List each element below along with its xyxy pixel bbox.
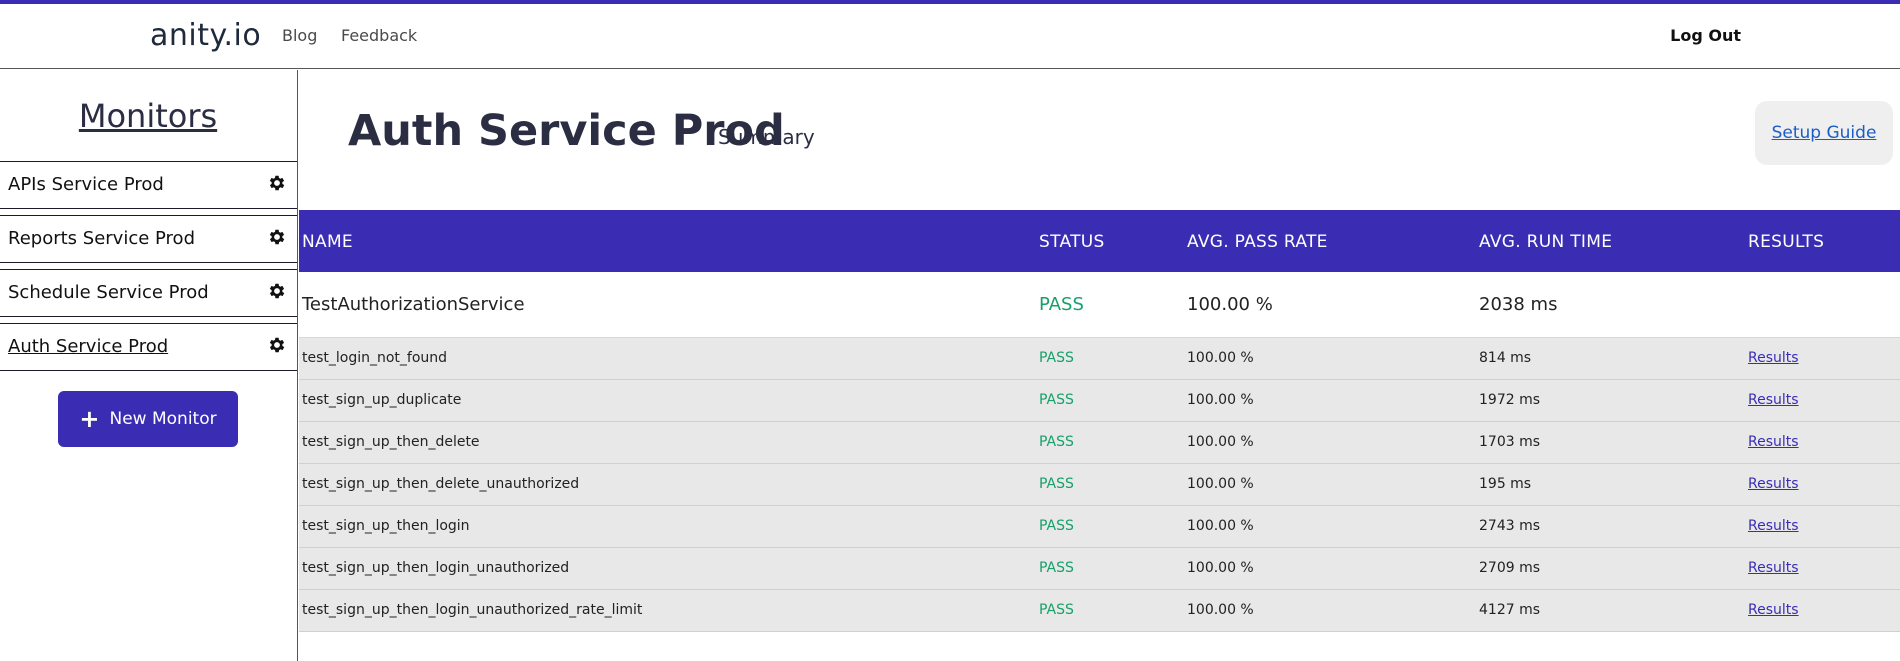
test-run-time: 2709 ms: [1479, 560, 1541, 576]
test-pass-rate: 100.00 %: [1187, 350, 1254, 366]
test-run-time: 1972 ms: [1479, 392, 1541, 408]
test-status: PASS: [1039, 476, 1074, 492]
test-status: PASS: [1039, 350, 1074, 366]
gear-icon[interactable]: [267, 227, 287, 247]
test-pass-rate: 100.00 %: [1187, 602, 1254, 618]
test-name: test_sign_up_then_delete_unauthorized: [302, 476, 580, 492]
sidebar-item-label[interactable]: Reports Service Prod: [8, 228, 195, 249]
new-monitor-label: New Monitor: [109, 409, 217, 429]
results-link[interactable]: Results: [1748, 476, 1799, 492]
suite-status: PASS: [1039, 294, 1084, 315]
suite-run-time: 2038 ms: [1479, 294, 1558, 315]
results-link[interactable]: Results: [1748, 560, 1799, 576]
nav-link-blog[interactable]: Blog: [282, 26, 317, 45]
test-name: test_sign_up_duplicate: [302, 392, 462, 408]
sidebar-item-apis-service-prod[interactable]: APIs Service Prod: [0, 161, 297, 209]
test-pass-rate: 100.00 %: [1187, 434, 1254, 450]
suite-name: TestAuthorizationService: [302, 294, 525, 315]
table-row: test_sign_up_then_delete_unauthorized PA…: [299, 464, 1900, 506]
sidebar-item-reports-service-prod[interactable]: Reports Service Prod: [0, 215, 297, 263]
table-row: test_sign_up_duplicate PASS 100.00 % 197…: [299, 380, 1900, 422]
test-run-time: 1703 ms: [1479, 434, 1541, 450]
header-results: RESULTS: [1748, 232, 1825, 252]
test-pass-rate: 100.00 %: [1187, 560, 1254, 576]
test-pass-rate: 100.00 %: [1187, 392, 1254, 408]
test-run-time: 4127 ms: [1479, 602, 1541, 618]
test-name: test_sign_up_then_delete: [302, 434, 480, 450]
results-link[interactable]: Results: [1748, 434, 1799, 450]
table-row: test_sign_up_then_login PASS 100.00 % 27…: [299, 506, 1900, 548]
table-header: NAME STATUS AVG. PASS RATE AVG. RUN TIME…: [299, 210, 1900, 272]
header-avg-run-time: AVG. RUN TIME: [1479, 232, 1613, 252]
sidebar: Monitors APIs Service Prod Reports Servi…: [0, 70, 298, 661]
table-row: test_sign_up_then_login_unauthorized_rat…: [299, 590, 1900, 632]
main-content: Auth Service Prod Summary Setup Guide NA…: [299, 70, 1900, 661]
header-avg-pass-rate: AVG. PASS RATE: [1187, 232, 1328, 252]
test-run-time: 2743 ms: [1479, 518, 1541, 534]
setup-guide-link[interactable]: Setup Guide: [1772, 123, 1877, 143]
nav-link-feedback[interactable]: Feedback: [341, 26, 417, 45]
results-link[interactable]: Results: [1748, 518, 1799, 534]
test-status: PASS: [1039, 560, 1074, 576]
suite-row: TestAuthorizationService PASS 100.00 % 2…: [299, 272, 1900, 338]
setup-guide-panel: Setup Guide: [1755, 101, 1893, 165]
test-pass-rate: 100.00 %: [1187, 518, 1254, 534]
sidebar-item-label[interactable]: Schedule Service Prod: [8, 282, 209, 303]
test-name: test_login_not_found: [302, 350, 448, 366]
logout-button[interactable]: Log Out: [1670, 26, 1741, 45]
top-navbar: anity.io Blog Feedback Log Out: [0, 4, 1900, 69]
sidebar-item-schedule-service-prod[interactable]: Schedule Service Prod: [0, 269, 297, 317]
test-name: test_sign_up_then_login: [302, 518, 470, 534]
test-run-time: 814 ms: [1479, 350, 1532, 366]
header-name: NAME: [302, 232, 353, 252]
page-subtitle: Summary: [718, 125, 815, 149]
gear-icon[interactable]: [267, 281, 287, 301]
plus-icon: +: [79, 405, 100, 433]
test-pass-rate: 100.00 %: [1187, 476, 1254, 492]
test-status: PASS: [1039, 602, 1074, 618]
logo[interactable]: anity.io: [150, 18, 261, 53]
test-name: test_sign_up_then_login_unauthorized_rat…: [302, 602, 643, 618]
results-link[interactable]: Results: [1748, 602, 1799, 618]
sidebar-title[interactable]: Monitors: [0, 97, 296, 135]
test-status: PASS: [1039, 434, 1074, 450]
results-link[interactable]: Results: [1748, 392, 1799, 408]
gear-icon[interactable]: [267, 173, 287, 193]
table-row: test_sign_up_then_login_unauthorized PAS…: [299, 548, 1900, 590]
results-table: NAME STATUS AVG. PASS RATE AVG. RUN TIME…: [299, 210, 1900, 632]
sidebar-item-label[interactable]: APIs Service Prod: [8, 174, 164, 195]
suite-pass-rate: 100.00 %: [1187, 294, 1273, 315]
table-row: test_sign_up_then_delete PASS 100.00 % 1…: [299, 422, 1900, 464]
test-status: PASS: [1039, 392, 1074, 408]
test-status: PASS: [1039, 518, 1074, 534]
results-link[interactable]: Results: [1748, 350, 1799, 366]
gear-icon[interactable]: [267, 335, 287, 355]
new-monitor-button[interactable]: + New Monitor: [58, 391, 238, 447]
table-row: test_login_not_found PASS 100.00 % 814 m…: [299, 338, 1900, 380]
sidebar-item-auth-service-prod[interactable]: Auth Service Prod: [0, 323, 297, 371]
test-run-time: 195 ms: [1479, 476, 1532, 492]
sidebar-item-label[interactable]: Auth Service Prod: [8, 336, 168, 357]
test-name: test_sign_up_then_login_unauthorized: [302, 560, 570, 576]
header-status: STATUS: [1039, 232, 1105, 252]
